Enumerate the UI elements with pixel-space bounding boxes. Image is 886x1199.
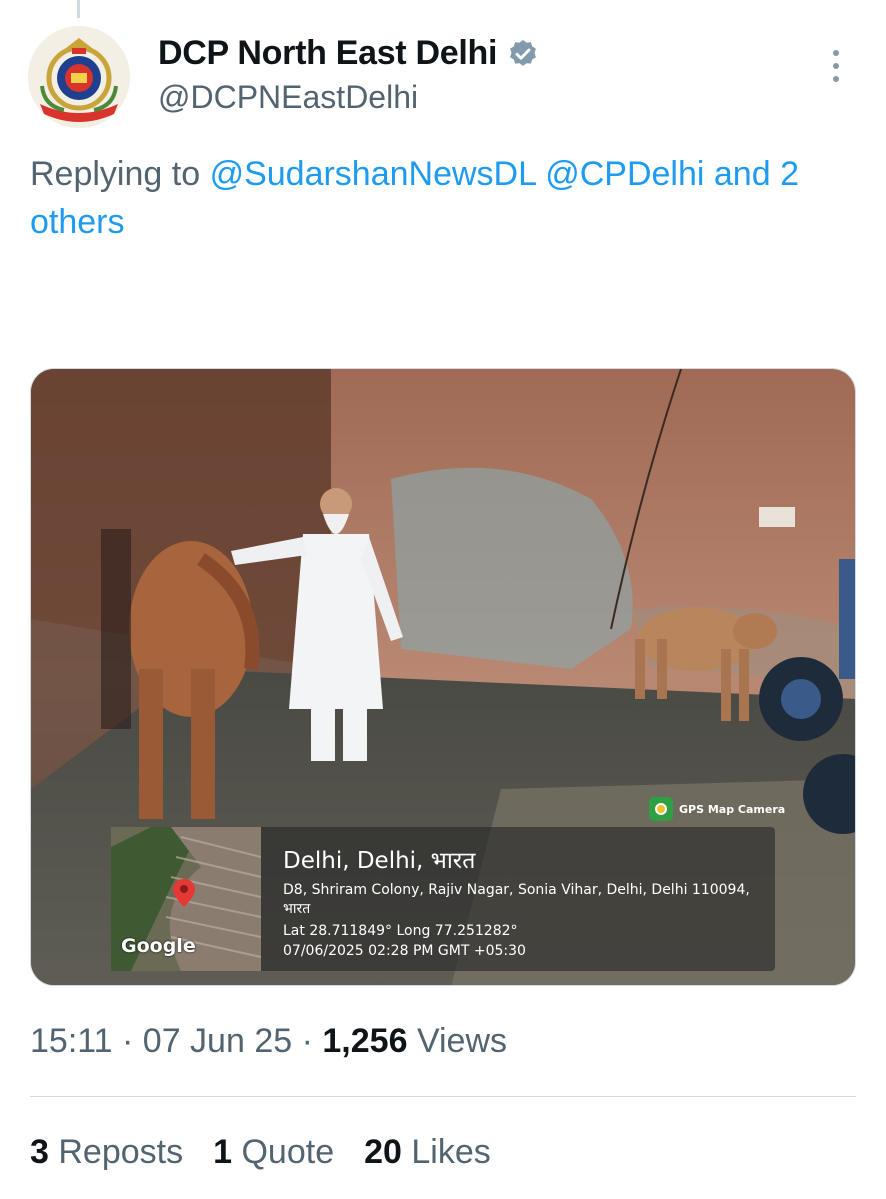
tweet-meta: 15:11 · 07 Jun 25 · 1,256 Views — [30, 1022, 507, 1061]
location-address: D8, Shriram Colony, Rajiv Nagar, Sonia V… — [283, 882, 750, 917]
mention-link[interactable]: @SudarshanNewsDL — [210, 155, 536, 193]
tweet-time[interactable]: 15:11 — [30, 1022, 113, 1060]
location-datetime: 07/06/2025 02:28 PM GMT +05:30 — [283, 943, 526, 959]
google-map-label: Google — [121, 935, 196, 957]
avatar[interactable] — [28, 26, 130, 128]
more-options-icon[interactable] — [818, 46, 854, 86]
gps-badge-label: GPS Map Camera — [679, 802, 786, 816]
author-display-name[interactable]: DCP North East Delhi — [158, 34, 497, 73]
verified-badge-icon — [510, 39, 537, 66]
author-name-row[interactable]: DCP North East Delhi — [158, 34, 539, 73]
location-overlay: Google Delhi, Delhi, भारत D8, Shriram Co… — [111, 827, 775, 971]
meta-separator: · — [301, 1022, 323, 1060]
replying-to: Replying to @SudarshanNewsDL @CPDelhi an… — [30, 150, 870, 246]
quotes-stat[interactable]: 1 Quote — [213, 1133, 334, 1172]
likes-count: 20 — [364, 1133, 402, 1171]
meta-separator: · — [122, 1022, 143, 1060]
reposts-label: Reposts — [58, 1133, 184, 1171]
likes-label: Likes — [411, 1133, 491, 1171]
gps-map-camera-badge: GPS Map Camera — [649, 797, 785, 821]
replying-to-prefix: Replying to — [30, 155, 201, 193]
divider — [30, 1096, 856, 1097]
reposts-count: 3 — [30, 1133, 49, 1171]
gps-map-camera-icon — [649, 797, 673, 821]
quotes-label: Quote — [241, 1133, 335, 1171]
views-label: Views — [416, 1022, 508, 1060]
tweet-photo[interactable]: GPS Map Camera Google Delhi, Delhi, भारत… — [30, 368, 856, 986]
mention-link[interactable]: @CPDelhi — [545, 155, 704, 193]
tweet-date[interactable]: 07 Jun 25 — [143, 1022, 292, 1060]
delhi-police-emblem-icon — [28, 26, 130, 128]
thread-connector-line — [77, 0, 80, 18]
map-thumbnail: Google — [111, 827, 261, 971]
reposts-stat[interactable]: 3 Reposts — [30, 1133, 183, 1172]
likes-stat[interactable]: 20 Likes — [364, 1133, 491, 1172]
location-title: Delhi, Delhi, भारत — [283, 848, 476, 874]
engagement-stats: 3 Reposts 1 Quote 20 Likes — [30, 1133, 491, 1172]
location-coordinates: Lat 28.711849° Long 77.251282° — [283, 923, 518, 939]
author-handle[interactable]: @DCPNEastDelhi — [158, 79, 418, 116]
views-count: 1,256 — [322, 1022, 408, 1060]
quotes-count: 1 — [213, 1133, 233, 1171]
